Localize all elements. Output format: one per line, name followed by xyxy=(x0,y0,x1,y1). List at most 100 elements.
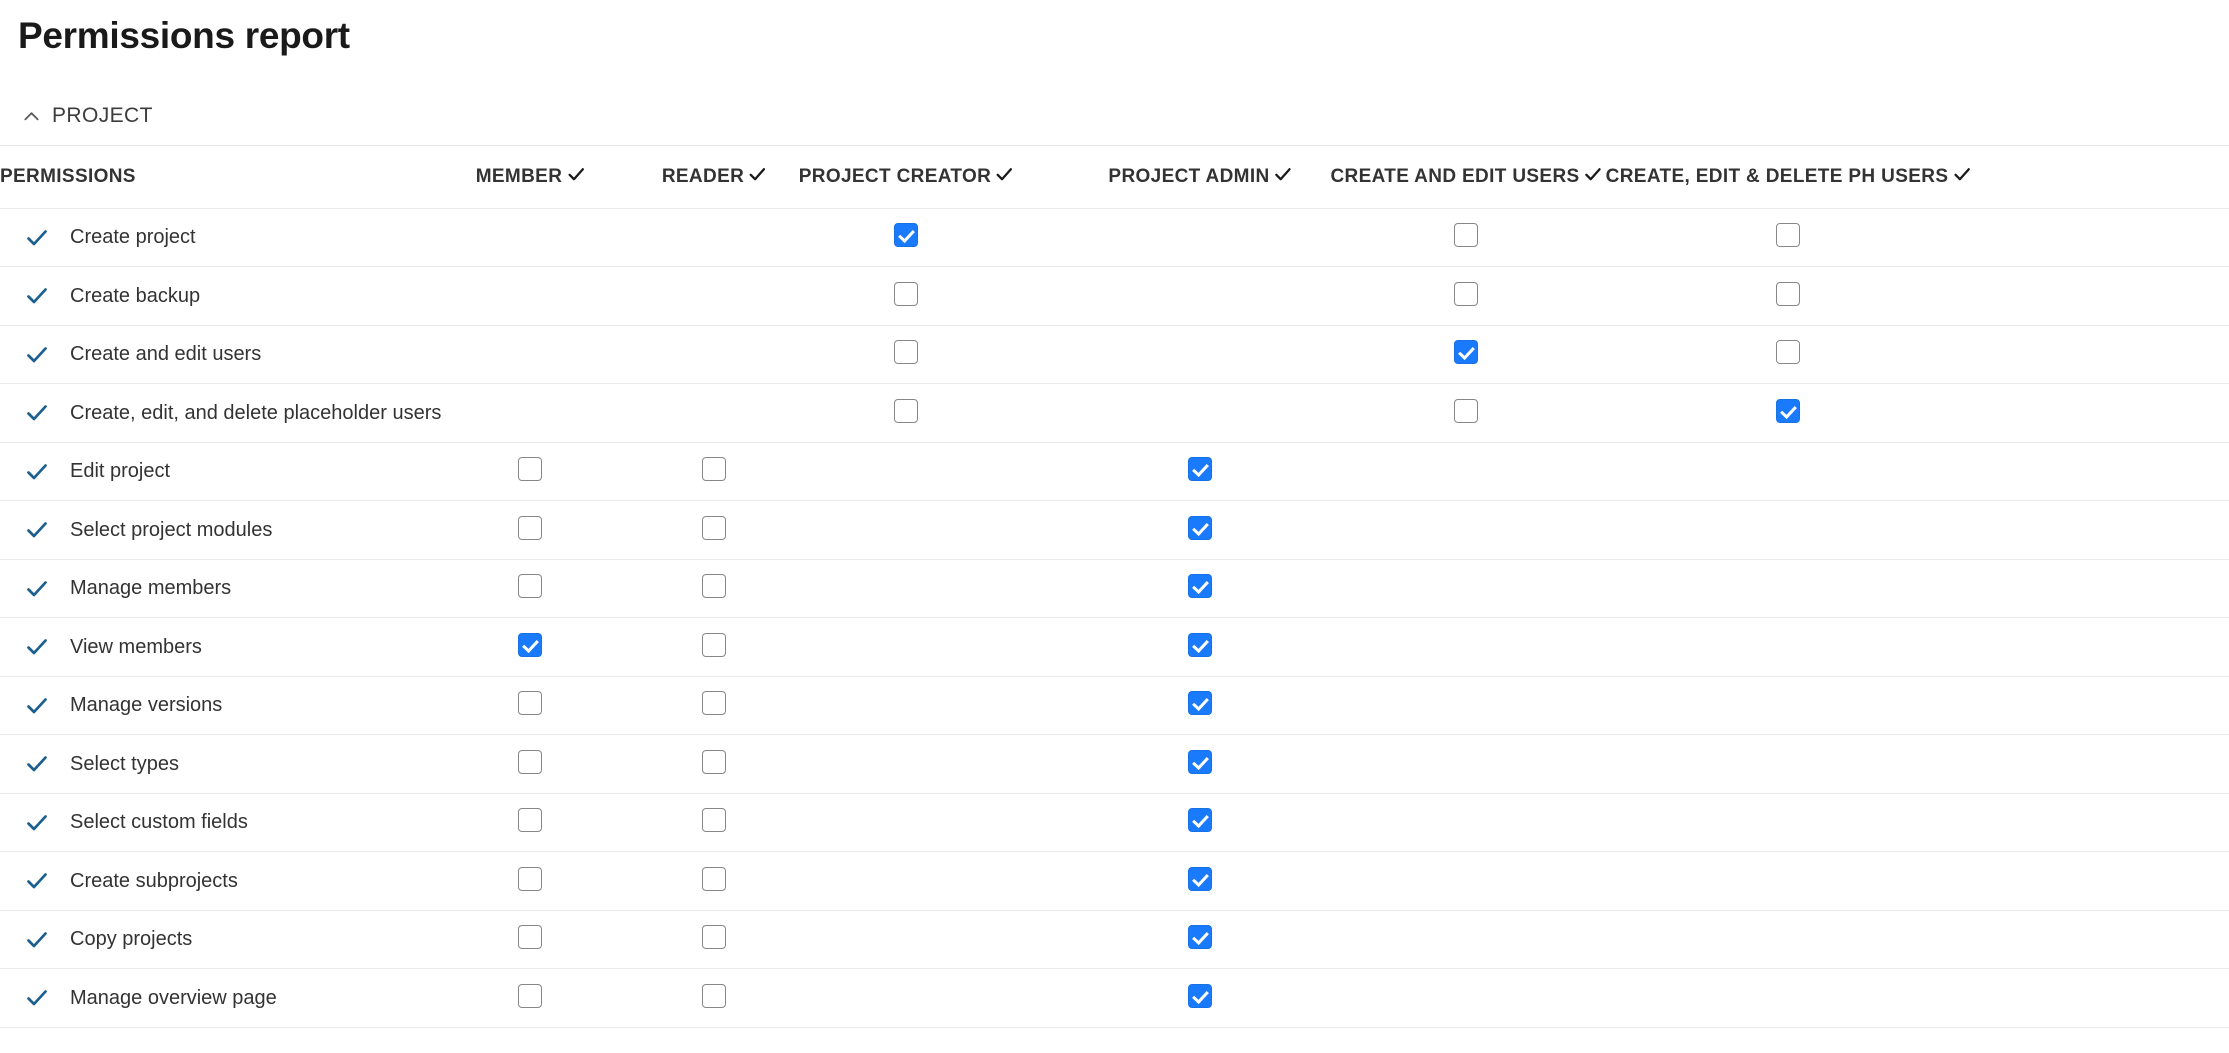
checkbox-member[interactable] xyxy=(518,750,542,774)
cell-create_edit_delete_ph_users[interactable] xyxy=(1788,384,2229,443)
checkbox-create_edit_delete_ph_users[interactable] xyxy=(1776,340,1800,364)
checkbox-member[interactable] xyxy=(518,457,542,481)
cell-project_creator[interactable] xyxy=(906,325,1200,384)
checkbox-member[interactable] xyxy=(518,574,542,598)
cell-reader[interactable] xyxy=(714,501,906,560)
cell-create_and_edit_users[interactable] xyxy=(1466,325,1788,384)
cell-project_admin[interactable] xyxy=(1200,618,1466,677)
checkbox-reader[interactable] xyxy=(702,574,726,598)
checkbox-project_admin[interactable] xyxy=(1188,516,1212,540)
cell-member[interactable] xyxy=(530,501,714,560)
cell-member[interactable] xyxy=(530,793,714,852)
checkbox-project_admin[interactable] xyxy=(1188,750,1212,774)
checkbox-reader[interactable] xyxy=(702,691,726,715)
checkbox-project_creator[interactable] xyxy=(894,223,918,247)
checkbox-create_edit_delete_ph_users[interactable] xyxy=(1776,399,1800,423)
cell-project_admin[interactable] xyxy=(1200,676,1466,735)
checkbox-reader[interactable] xyxy=(702,867,726,891)
cell-project_admin[interactable] xyxy=(1200,852,1466,911)
cell-project_creator[interactable] xyxy=(906,208,1200,267)
cell-member[interactable] xyxy=(530,735,714,794)
cell-member[interactable] xyxy=(530,969,714,1028)
cell-reader[interactable] xyxy=(714,442,906,501)
checkbox-project_admin[interactable] xyxy=(1188,691,1212,715)
section-header-project[interactable]: PROJECT xyxy=(0,101,2229,131)
checkbox-member[interactable] xyxy=(518,984,542,1008)
checkbox-create_edit_delete_ph_users[interactable] xyxy=(1776,223,1800,247)
cell-project_creator xyxy=(906,735,1200,794)
checkbox-create_and_edit_users[interactable] xyxy=(1454,282,1478,306)
cell-project_creator[interactable] xyxy=(906,267,1200,326)
checkbox-member[interactable] xyxy=(518,867,542,891)
cell-project_creator xyxy=(906,969,1200,1028)
checkbox-reader[interactable] xyxy=(702,633,726,657)
checkbox-reader[interactable] xyxy=(702,808,726,832)
cell-create_edit_delete_ph_users[interactable] xyxy=(1788,208,2229,267)
cell-project_admin[interactable] xyxy=(1200,910,1466,969)
column-header-create-edit-delete-ph-users[interactable]: CREATE, EDIT & DELETE PH USERS xyxy=(1788,146,2229,208)
checkbox-member[interactable] xyxy=(518,633,542,657)
check-icon xyxy=(567,166,584,189)
cell-member[interactable] xyxy=(530,618,714,677)
cell-reader[interactable] xyxy=(714,618,906,677)
checkbox-project_admin[interactable] xyxy=(1188,574,1212,598)
checkbox-project_creator[interactable] xyxy=(894,282,918,306)
permission-name-cell: Select types xyxy=(0,735,530,794)
column-header-permissions[interactable]: PERMISSIONS xyxy=(0,146,530,208)
checkbox-project_creator[interactable] xyxy=(894,399,918,423)
checkbox-member[interactable] xyxy=(518,691,542,715)
cell-member[interactable] xyxy=(530,442,714,501)
cell-member[interactable] xyxy=(530,910,714,969)
checkbox-project_admin[interactable] xyxy=(1188,984,1212,1008)
cell-member[interactable] xyxy=(530,559,714,618)
cell-reader[interactable] xyxy=(714,852,906,911)
cell-create_and_edit_users[interactable] xyxy=(1466,267,1788,326)
cell-reader[interactable] xyxy=(714,969,906,1028)
checkbox-create_edit_delete_ph_users[interactable] xyxy=(1776,282,1800,306)
checkbox-project_admin[interactable] xyxy=(1188,633,1212,657)
cell-member[interactable] xyxy=(530,852,714,911)
permission-label: Select project modules xyxy=(70,519,272,542)
checkbox-project_admin[interactable] xyxy=(1188,867,1212,891)
cell-reader xyxy=(714,208,906,267)
checkbox-create_and_edit_users[interactable] xyxy=(1454,223,1478,247)
checkbox-member[interactable] xyxy=(518,808,542,832)
checkbox-reader[interactable] xyxy=(702,750,726,774)
cell-create_and_edit_users xyxy=(1466,910,1788,969)
cell-member[interactable] xyxy=(530,676,714,735)
cell-create_and_edit_users[interactable] xyxy=(1466,384,1788,443)
column-header-label: PROJECT CREATOR xyxy=(799,166,991,188)
cell-project_admin[interactable] xyxy=(1200,559,1466,618)
cell-reader[interactable] xyxy=(714,910,906,969)
cell-project_admin[interactable] xyxy=(1200,735,1466,794)
table-header-row: PERMISSIONS MEMBER READER xyxy=(0,146,2229,208)
checkbox-reader[interactable] xyxy=(702,984,726,1008)
cell-project_admin[interactable] xyxy=(1200,793,1466,852)
checkbox-reader[interactable] xyxy=(702,516,726,540)
chevron-up-icon[interactable] xyxy=(22,107,41,126)
cell-project_admin[interactable] xyxy=(1200,442,1466,501)
row-check-icon xyxy=(26,402,48,424)
cell-create_edit_delete_ph_users[interactable] xyxy=(1788,325,2229,384)
cell-reader[interactable] xyxy=(714,735,906,794)
cell-create_edit_delete_ph_users[interactable] xyxy=(1788,267,2229,326)
checkbox-member[interactable] xyxy=(518,516,542,540)
checkbox-member[interactable] xyxy=(518,925,542,949)
checkbox-project_admin[interactable] xyxy=(1188,925,1212,949)
checkbox-create_and_edit_users[interactable] xyxy=(1454,340,1478,364)
check-icon xyxy=(749,166,766,189)
cell-create_and_edit_users[interactable] xyxy=(1466,208,1788,267)
checkbox-create_and_edit_users[interactable] xyxy=(1454,399,1478,423)
checkbox-project_creator[interactable] xyxy=(894,340,918,364)
checkbox-project_admin[interactable] xyxy=(1188,808,1212,832)
cell-project_creator[interactable] xyxy=(906,384,1200,443)
cell-project_admin[interactable] xyxy=(1200,501,1466,560)
checkbox-project_admin[interactable] xyxy=(1188,457,1212,481)
cell-reader[interactable] xyxy=(714,559,906,618)
cell-reader[interactable] xyxy=(714,793,906,852)
checkbox-reader[interactable] xyxy=(702,457,726,481)
checkbox-reader[interactable] xyxy=(702,925,726,949)
cell-project_admin[interactable] xyxy=(1200,969,1466,1028)
table-row: Manage members xyxy=(0,559,2229,618)
cell-reader[interactable] xyxy=(714,676,906,735)
